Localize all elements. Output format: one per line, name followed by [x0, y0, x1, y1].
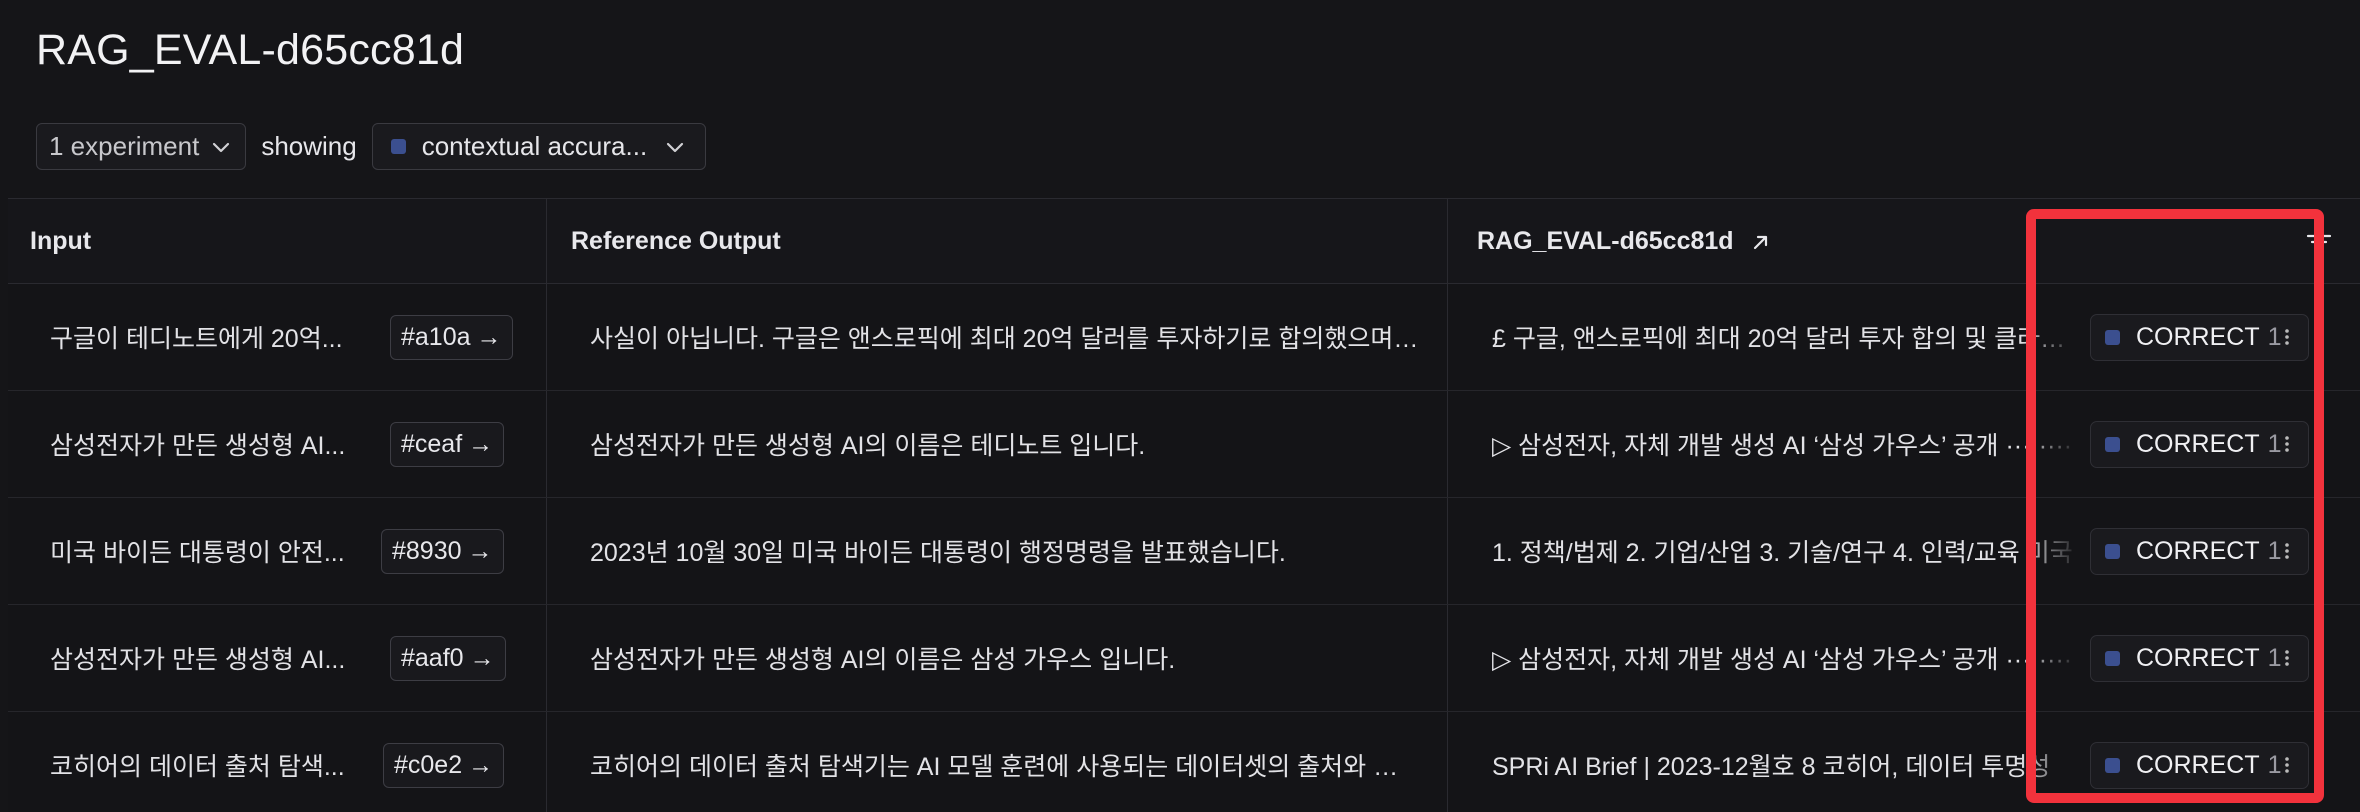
score-value: 1: [2267, 430, 2282, 458]
column-header-input[interactable]: Input: [30, 199, 91, 284]
column-header-reference-output[interactable]: Reference Output: [571, 199, 781, 284]
reference-output-cell: 삼성전자가 만든 생성형 AI의 이름은 테디노트 입니다.: [590, 432, 1146, 460]
score-color-dot: [2105, 651, 2120, 666]
table-row[interactable]: 미국 바이든 대통령이 안전... #8930 → 2023년 10월 30일 미…: [8, 498, 2360, 605]
page-title: RAG_EVAL-d65cc81d: [36, 26, 465, 74]
score-label: CORRECT: [2136, 751, 2260, 779]
table-row[interactable]: 구글이 테디노트에게 20억... #a10a → 사실이 아닙니다. 구글은 앤…: [8, 284, 2360, 391]
experiment-output-cell: ▷ 삼성전자, 자체 개발 생성 AI ‘삼성 가우스’ 공개 ········: [1492, 432, 2073, 460]
score-badge[interactable]: CORRECT 1: [2090, 742, 2309, 789]
score-badge[interactable]: CORRECT 1: [2090, 314, 2309, 361]
score-badge[interactable]: CORRECT 1: [2090, 528, 2309, 575]
experiment-select-label: 1 experiment: [49, 131, 200, 161]
score-badge[interactable]: CORRECT 1: [2090, 635, 2309, 682]
arrow-up-right-icon[interactable]: [1750, 231, 1772, 253]
reference-output-cell: 코히어의 데이터 출처 탐색기는 AI 모델 훈련에 사용되는 데이터셋의 출처…: [590, 753, 1420, 781]
score-color-dot: [2105, 437, 2120, 452]
score-color-dot: [2105, 758, 2120, 773]
reference-output-cell: 2023년 10월 30일 미국 바이든 대통령이 행정명령을 발표했습니다.: [590, 539, 1286, 567]
experiment-output-cell: £ 구글, 앤스로픽에 최대 20억 달러 투자 합의 및 클라우드: [1492, 325, 2082, 353]
toolbar: 1 experiment showing contextual accura..…: [36, 123, 707, 170]
example-id-button[interactable]: #8930 →: [381, 529, 504, 574]
input-cell: 코히어의 데이터 출처 탐색...: [50, 753, 345, 781]
arrow-right-icon: →: [468, 430, 494, 458]
chevron-down-icon: [663, 135, 687, 159]
chevron-down-icon: [209, 135, 233, 159]
kebab-menu-icon[interactable]: [2284, 539, 2290, 563]
table-row[interactable]: 삼성전자가 만든 생성형 AI... #aaf0 → 삼성전자가 만든 생성형 A…: [8, 605, 2360, 712]
arrow-right-icon: →: [467, 537, 493, 565]
metric-select[interactable]: contextual accura...: [371, 123, 707, 170]
kebab-menu-icon[interactable]: [2284, 646, 2290, 670]
score-label: CORRECT: [2136, 537, 2260, 565]
score-label: CORRECT: [2136, 644, 2260, 672]
score-value: 1: [2267, 751, 2282, 779]
input-cell: 미국 바이든 대통령이 안전...: [50, 539, 345, 567]
example-id-button[interactable]: #c0e2 →: [383, 743, 505, 788]
kebab-menu-icon[interactable]: [2284, 432, 2290, 456]
table-row[interactable]: 코히어의 데이터 출처 탐색... #c0e2 → 코히어의 데이터 출처 탐색기…: [8, 712, 2360, 812]
score-value: 1: [2267, 537, 2282, 565]
score-badge[interactable]: CORRECT 1: [2090, 421, 2309, 468]
table-row[interactable]: 삼성전자가 만든 생성형 AI... #ceaf → 삼성전자가 만든 생성형 A…: [8, 391, 2360, 498]
arrow-right-icon: →: [476, 323, 502, 351]
metric-color-swatch: [390, 139, 406, 154]
score-color-dot: [2105, 330, 2120, 345]
input-cell: 삼성전자가 만든 생성형 AI...: [50, 432, 346, 460]
reference-output-cell: 삼성전자가 만든 생성형 AI의 이름은 삼성 가우스 입니다.: [590, 646, 1176, 674]
results-table: Input Reference Output RAG_EVAL-d65cc81d…: [8, 198, 2360, 812]
showing-label: showing: [261, 131, 357, 161]
experiment-output-cell: 1. 정책/법제 2. 기업/산업 3. 기술/연구 4. 인력/교육 미국: [1492, 539, 2073, 567]
example-id-button[interactable]: #aaf0 →: [390, 636, 506, 681]
experiment-output-cell: SPRi AI Brief | 2023-12월호 8 코히어, 데이터 투명성: [1492, 753, 2051, 781]
kebab-menu-icon[interactable]: [2284, 325, 2290, 349]
score-label: CORRECT: [2136, 323, 2260, 351]
score-value: 1: [2267, 323, 2282, 351]
example-id-button[interactable]: #a10a →: [390, 315, 513, 360]
column-header-experiment[interactable]: RAG_EVAL-d65cc81d: [1477, 199, 1772, 284]
score-value: 1: [2267, 644, 2282, 672]
score-color-dot: [2105, 544, 2120, 559]
arrow-right-icon: →: [469, 644, 495, 672]
example-id-button[interactable]: #ceaf →: [390, 422, 505, 467]
metric-select-label: contextual accura...: [421, 131, 648, 161]
reference-output-cell: 사실이 아닙니다. 구글은 앤스로픽에 최대 20억 달러를 투자하기로 합의했…: [590, 325, 1420, 353]
kebab-menu-icon[interactable]: [2284, 753, 2290, 777]
input-cell: 구글이 테디노트에게 20억...: [50, 325, 343, 353]
table-header: Input Reference Output RAG_EVAL-d65cc81d: [8, 199, 2360, 284]
experiment-column-title: RAG_EVAL-d65cc81d: [1477, 227, 1734, 255]
experiment-output-cell: ▷ 삼성전자, 자체 개발 생성 AI ‘삼성 가우스’ 공개 ········: [1492, 646, 2073, 674]
experiment-select[interactable]: 1 experiment: [36, 123, 247, 170]
arrow-right-icon: →: [468, 751, 494, 779]
score-label: CORRECT: [2136, 430, 2260, 458]
filter-lines-icon[interactable]: [2306, 199, 2332, 284]
input-cell: 삼성전자가 만든 생성형 AI...: [50, 646, 346, 674]
